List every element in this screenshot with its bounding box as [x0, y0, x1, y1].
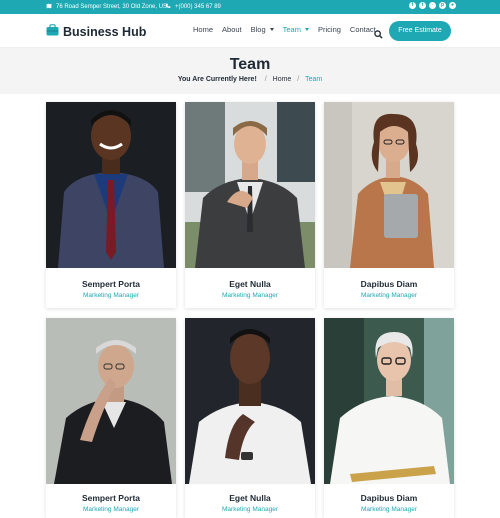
- briefcase-icon: [46, 23, 59, 41]
- team-card[interactable]: Eget Nulla Marketing Manager: [185, 102, 315, 308]
- address: 76 Road Semper Street, 30 Old Zone, US: [46, 3, 167, 11]
- team-card[interactable]: Sempert Porta Marketing Manager: [46, 318, 176, 518]
- page-header: Team You Are Currently Here! / Home / Te…: [0, 48, 500, 94]
- member-name: Dapibus Diam: [360, 493, 418, 503]
- logo[interactable]: Business Hub: [46, 23, 146, 41]
- phone: +(000) 345 67 89: [165, 3, 221, 11]
- nav-about[interactable]: About: [222, 25, 242, 34]
- search-icon[interactable]: [374, 26, 383, 39]
- team-card[interactable]: Sempert Porta Marketing Manager: [46, 102, 176, 308]
- member-name: Eget Nulla: [229, 493, 271, 503]
- member-role: Marketing Manager: [222, 292, 278, 299]
- breadcrumb-prefix: You Are Currently Here!: [177, 76, 257, 83]
- member-role: Marketing Manager: [83, 292, 139, 299]
- nav-label: Home: [193, 25, 214, 34]
- breadcrumb: You Are Currently Here! / Home / Team: [0, 76, 500, 83]
- phone-text: +(000) 345 67 89: [175, 4, 221, 10]
- main-header: Business Hub Home About Blog Team Pricin…: [0, 14, 500, 48]
- nav-team[interactable]: Team: [283, 25, 309, 34]
- team-photo: [185, 102, 315, 268]
- breadcrumb-current: Team: [305, 76, 323, 83]
- member-role: Marketing Manager: [222, 506, 278, 513]
- member-name: Eget Nulla: [229, 279, 271, 289]
- nav-label: Team: [282, 25, 301, 34]
- social-links: f t ◦ p ●: [409, 2, 456, 9]
- pinterest-icon[interactable]: p: [439, 2, 446, 9]
- twitter-icon[interactable]: t: [419, 2, 426, 9]
- page-title: Team: [229, 56, 271, 73]
- nav-label: Blog: [250, 25, 266, 34]
- member-name: Sempert Porta: [81, 279, 141, 289]
- nav-contact[interactable]: Contact: [350, 25, 376, 34]
- breadcrumb-separator: /: [264, 76, 267, 83]
- brand-name: Business Hub: [63, 25, 147, 39]
- team-photo: [46, 102, 176, 268]
- breadcrumb-home[interactable]: Home: [273, 76, 292, 83]
- team-card[interactable]: Dapibus Diam Marketing Manager: [324, 318, 454, 518]
- member-role: Marketing Manager: [361, 292, 417, 299]
- facebook-icon[interactable]: f: [409, 2, 416, 9]
- team-photo: [324, 318, 454, 484]
- member-name: Sempert Porta: [81, 493, 141, 503]
- dribbble-icon[interactable]: ●: [449, 2, 456, 9]
- member-name: Dapibus Diam: [360, 279, 418, 289]
- nav-label: Contact: [349, 25, 376, 34]
- breadcrumb-separator: /: [297, 76, 300, 83]
- member-role: Marketing Manager: [83, 506, 139, 513]
- nav-home[interactable]: Home: [193, 25, 213, 34]
- free-estimate-button[interactable]: Free Estimate: [389, 21, 451, 41]
- team-card[interactable]: Eget Nulla Marketing Manager: [185, 318, 315, 518]
- nav-label: Pricing: [317, 25, 341, 34]
- map-icon: [46, 3, 52, 11]
- chevron-down-icon: [269, 28, 274, 31]
- nav-label: About: [222, 25, 242, 34]
- team-photo: [185, 318, 315, 484]
- team-photo: [324, 102, 454, 268]
- instagram-icon[interactable]: ◦: [429, 2, 436, 9]
- nav-pricing[interactable]: Pricing: [318, 25, 341, 34]
- phone-icon: [165, 3, 171, 11]
- nav-blog[interactable]: Blog: [251, 25, 274, 34]
- chevron-down-icon: [304, 28, 309, 31]
- team-photo: [46, 318, 176, 484]
- main-nav: Home About Blog Team Pricing Contact: [193, 25, 385, 34]
- top-info-bar: 76 Road Semper Street, 30 Old Zone, US +…: [0, 0, 500, 14]
- member-role: Marketing Manager: [361, 506, 417, 513]
- address-text: 76 Road Semper Street, 30 Old Zone, US: [56, 4, 168, 10]
- team-card[interactable]: Dapibus Diam Marketing Manager: [324, 102, 454, 308]
